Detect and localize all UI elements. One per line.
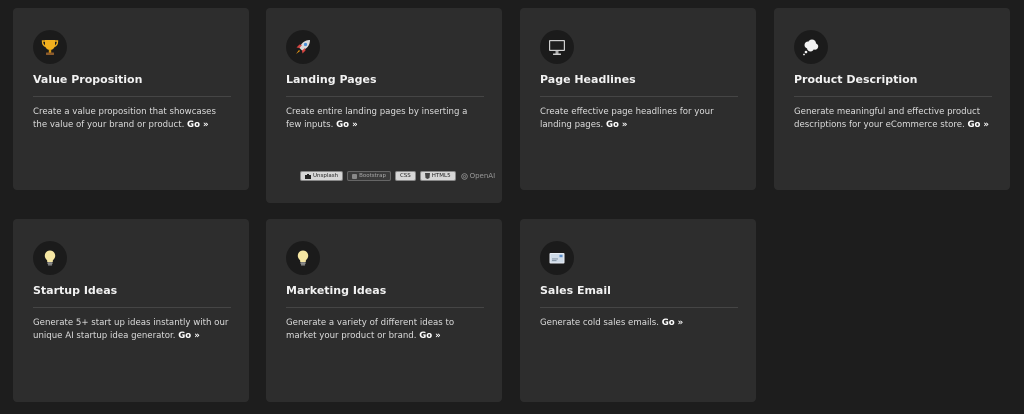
- go-link[interactable]: Go »: [187, 120, 209, 130]
- divider: [33, 96, 231, 97]
- card-title: Startup Ideas: [33, 284, 118, 297]
- divider: [794, 96, 992, 97]
- card-page-headlines[interactable]: Page Headlines Create effective page hea…: [520, 8, 756, 190]
- card-description: Create entire landing pages by inserting…: [286, 106, 484, 132]
- description-text: Create entire landing pages by inserting…: [286, 107, 468, 130]
- card-sales-email[interactable]: Sales Email Generate cold sales emails. …: [520, 219, 756, 402]
- card-description: Create a value proposition that showcase…: [33, 106, 231, 132]
- card-icon-wrapper: [540, 30, 574, 64]
- badge-html5: HTML5: [419, 171, 456, 181]
- divider: [286, 96, 484, 97]
- badge-label: Unsplash: [313, 172, 339, 179]
- card-description: Generate 5+ start up ideas instantly wit…: [33, 317, 231, 343]
- card-description: Create effective page headlines for your…: [540, 106, 738, 132]
- badge-label: Bootstrap: [359, 172, 386, 179]
- badge-label: HTML5: [431, 172, 451, 179]
- email-icon: [549, 253, 565, 264]
- divider: [540, 96, 738, 97]
- divider: [286, 307, 484, 308]
- card-title: Product Description: [794, 73, 918, 86]
- go-link[interactable]: Go »: [419, 331, 441, 341]
- go-link[interactable]: Go »: [178, 331, 200, 341]
- tools-grid: Value Proposition Create a value proposi…: [0, 0, 1024, 414]
- monitor-icon: [549, 40, 565, 55]
- card-icon-wrapper: [286, 30, 320, 64]
- go-link[interactable]: Go »: [336, 120, 358, 130]
- thought-bubble-icon: [803, 39, 819, 56]
- badge-label: OpenAI: [469, 171, 496, 180]
- card-title: Page Headlines: [540, 73, 636, 86]
- card-startup-ideas[interactable]: Startup Ideas Generate 5+ start up ideas…: [13, 219, 249, 402]
- badge-unsplash: Unsplash: [300, 171, 344, 181]
- card-icon-wrapper: [33, 241, 67, 275]
- divider: [540, 307, 738, 308]
- camera-icon: [305, 173, 311, 179]
- card-landing-pages[interactable]: Landing Pages Create entire landing page…: [266, 8, 502, 203]
- card-marketing-ideas[interactable]: Marketing Ideas Generate a variety of di…: [266, 219, 502, 402]
- go-link[interactable]: Go »: [967, 120, 989, 130]
- card-title: Sales Email: [540, 284, 611, 297]
- description-text: Generate meaningful and effective produc…: [794, 107, 981, 130]
- badge-css: CSS: [394, 171, 416, 181]
- badge-bootstrap: Bootstrap: [347, 171, 391, 181]
- card-title: Value Proposition: [33, 73, 143, 86]
- rocket-icon: [296, 40, 310, 54]
- description-text: Generate cold sales emails.: [540, 318, 659, 328]
- card-description: Generate meaningful and effective produc…: [794, 106, 992, 132]
- card-icon-wrapper: [33, 30, 67, 64]
- card-icon-wrapper: [540, 241, 574, 275]
- badge-openai: OpenAI: [460, 171, 497, 181]
- card-icon-wrapper: [794, 30, 828, 64]
- badge-label: CSS: [399, 172, 411, 179]
- lightbulb-icon: [44, 250, 56, 266]
- go-link[interactable]: Go »: [606, 120, 628, 130]
- card-product-description[interactable]: Product Description Generate meaningful …: [774, 8, 1010, 190]
- card-title: Marketing Ideas: [286, 284, 387, 297]
- openai-logo-icon: [460, 172, 468, 180]
- go-link[interactable]: Go »: [662, 318, 684, 328]
- lightbulb-icon: [297, 250, 309, 266]
- trophy-icon: [41, 40, 59, 55]
- card-value-proposition[interactable]: Value Proposition Create a value proposi…: [13, 8, 249, 190]
- divider: [33, 307, 231, 308]
- card-description: Generate cold sales emails. Go »: [540, 317, 738, 330]
- bootstrap-icon: [352, 173, 358, 179]
- tech-badges: Unsplash Bootstrap CSS HTML5 OpenAI: [300, 171, 496, 181]
- html5-shield-icon: [424, 173, 430, 179]
- card-icon-wrapper: [286, 241, 320, 275]
- card-title: Landing Pages: [286, 73, 377, 86]
- card-description: Generate a variety of different ideas to…: [286, 317, 484, 343]
